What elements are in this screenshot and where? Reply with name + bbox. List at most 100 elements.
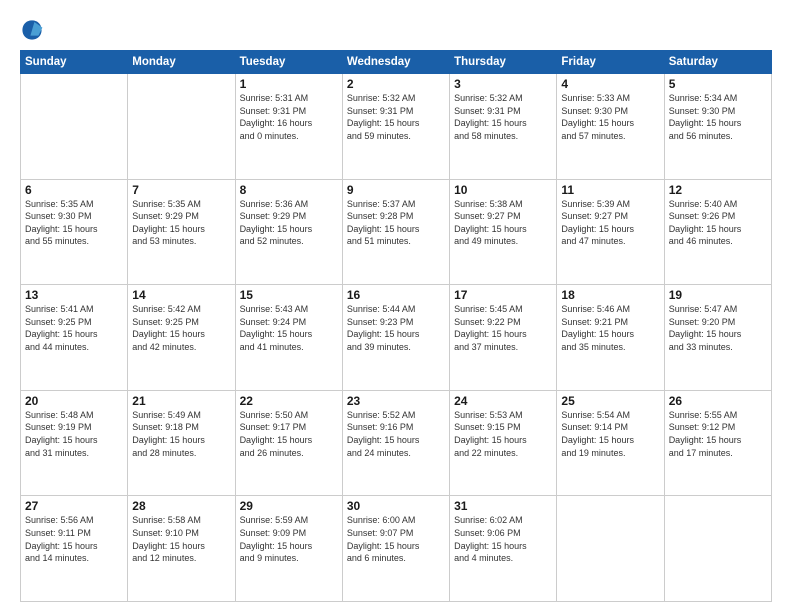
day-number: 20 — [25, 394, 123, 408]
day-info: Sunrise: 5:32 AM Sunset: 9:31 PM Dayligh… — [454, 92, 552, 142]
day-info: Sunrise: 6:00 AM Sunset: 9:07 PM Dayligh… — [347, 514, 445, 564]
day-info: Sunrise: 5:50 AM Sunset: 9:17 PM Dayligh… — [240, 409, 338, 459]
day-info: Sunrise: 5:54 AM Sunset: 9:14 PM Dayligh… — [561, 409, 659, 459]
day-info: Sunrise: 5:43 AM Sunset: 9:24 PM Dayligh… — [240, 303, 338, 353]
day-info: Sunrise: 5:55 AM Sunset: 9:12 PM Dayligh… — [669, 409, 767, 459]
day-info: Sunrise: 5:42 AM Sunset: 9:25 PM Dayligh… — [132, 303, 230, 353]
day-number: 26 — [669, 394, 767, 408]
calendar-cell: 3Sunrise: 5:32 AM Sunset: 9:31 PM Daylig… — [450, 74, 557, 180]
day-info: Sunrise: 5:44 AM Sunset: 9:23 PM Dayligh… — [347, 303, 445, 353]
day-info: Sunrise: 5:37 AM Sunset: 9:28 PM Dayligh… — [347, 198, 445, 248]
day-number: 2 — [347, 77, 445, 91]
day-info: Sunrise: 5:35 AM Sunset: 9:29 PM Dayligh… — [132, 198, 230, 248]
day-number: 7 — [132, 183, 230, 197]
day-number: 17 — [454, 288, 552, 302]
calendar-cell: 30Sunrise: 6:00 AM Sunset: 9:07 PM Dayli… — [342, 496, 449, 602]
day-info: Sunrise: 5:47 AM Sunset: 9:20 PM Dayligh… — [669, 303, 767, 353]
day-info: Sunrise: 5:59 AM Sunset: 9:09 PM Dayligh… — [240, 514, 338, 564]
calendar-cell: 25Sunrise: 5:54 AM Sunset: 9:14 PM Dayli… — [557, 390, 664, 496]
calendar-cell: 20Sunrise: 5:48 AM Sunset: 9:19 PM Dayli… — [21, 390, 128, 496]
calendar-cell: 16Sunrise: 5:44 AM Sunset: 9:23 PM Dayli… — [342, 285, 449, 391]
day-info: Sunrise: 5:36 AM Sunset: 9:29 PM Dayligh… — [240, 198, 338, 248]
day-info: Sunrise: 5:53 AM Sunset: 9:15 PM Dayligh… — [454, 409, 552, 459]
day-number: 11 — [561, 183, 659, 197]
calendar-cell: 7Sunrise: 5:35 AM Sunset: 9:29 PM Daylig… — [128, 179, 235, 285]
day-number: 8 — [240, 183, 338, 197]
day-number: 28 — [132, 499, 230, 513]
calendar-cell: 13Sunrise: 5:41 AM Sunset: 9:25 PM Dayli… — [21, 285, 128, 391]
day-number: 4 — [561, 77, 659, 91]
day-number: 16 — [347, 288, 445, 302]
calendar-cell: 31Sunrise: 6:02 AM Sunset: 9:06 PM Dayli… — [450, 496, 557, 602]
calendar-week-row: 27Sunrise: 5:56 AM Sunset: 9:11 PM Dayli… — [21, 496, 772, 602]
calendar-week-row: 20Sunrise: 5:48 AM Sunset: 9:19 PM Dayli… — [21, 390, 772, 496]
calendar-cell: 14Sunrise: 5:42 AM Sunset: 9:25 PM Dayli… — [128, 285, 235, 391]
day-number: 15 — [240, 288, 338, 302]
day-number: 25 — [561, 394, 659, 408]
day-number: 23 — [347, 394, 445, 408]
weekday-header: Thursday — [450, 51, 557, 74]
header — [20, 18, 772, 42]
calendar-cell: 21Sunrise: 5:49 AM Sunset: 9:18 PM Dayli… — [128, 390, 235, 496]
day-number: 30 — [347, 499, 445, 513]
day-number: 22 — [240, 394, 338, 408]
day-number: 9 — [347, 183, 445, 197]
day-number: 3 — [454, 77, 552, 91]
calendar-cell: 17Sunrise: 5:45 AM Sunset: 9:22 PM Dayli… — [450, 285, 557, 391]
calendar-week-row: 6Sunrise: 5:35 AM Sunset: 9:30 PM Daylig… — [21, 179, 772, 285]
calendar-cell: 2Sunrise: 5:32 AM Sunset: 9:31 PM Daylig… — [342, 74, 449, 180]
day-info: Sunrise: 5:46 AM Sunset: 9:21 PM Dayligh… — [561, 303, 659, 353]
calendar-table: SundayMondayTuesdayWednesdayThursdayFrid… — [20, 50, 772, 602]
day-number: 6 — [25, 183, 123, 197]
calendar-cell: 28Sunrise: 5:58 AM Sunset: 9:10 PM Dayli… — [128, 496, 235, 602]
day-info: Sunrise: 5:39 AM Sunset: 9:27 PM Dayligh… — [561, 198, 659, 248]
day-number: 19 — [669, 288, 767, 302]
day-info: Sunrise: 5:33 AM Sunset: 9:30 PM Dayligh… — [561, 92, 659, 142]
logo-icon — [20, 18, 44, 42]
calendar-week-row: 13Sunrise: 5:41 AM Sunset: 9:25 PM Dayli… — [21, 285, 772, 391]
day-number: 14 — [132, 288, 230, 302]
day-number: 24 — [454, 394, 552, 408]
day-info: Sunrise: 5:52 AM Sunset: 9:16 PM Dayligh… — [347, 409, 445, 459]
calendar-cell: 27Sunrise: 5:56 AM Sunset: 9:11 PM Dayli… — [21, 496, 128, 602]
calendar-cell: 1Sunrise: 5:31 AM Sunset: 9:31 PM Daylig… — [235, 74, 342, 180]
day-number: 12 — [669, 183, 767, 197]
logo — [20, 18, 48, 42]
calendar-cell: 24Sunrise: 5:53 AM Sunset: 9:15 PM Dayli… — [450, 390, 557, 496]
day-info: Sunrise: 5:34 AM Sunset: 9:30 PM Dayligh… — [669, 92, 767, 142]
calendar-cell — [557, 496, 664, 602]
day-info: Sunrise: 5:49 AM Sunset: 9:18 PM Dayligh… — [132, 409, 230, 459]
weekday-header: Tuesday — [235, 51, 342, 74]
calendar-cell: 5Sunrise: 5:34 AM Sunset: 9:30 PM Daylig… — [664, 74, 771, 180]
calendar-cell: 15Sunrise: 5:43 AM Sunset: 9:24 PM Dayli… — [235, 285, 342, 391]
calendar-cell: 12Sunrise: 5:40 AM Sunset: 9:26 PM Dayli… — [664, 179, 771, 285]
day-info: Sunrise: 5:35 AM Sunset: 9:30 PM Dayligh… — [25, 198, 123, 248]
day-number: 13 — [25, 288, 123, 302]
day-number: 27 — [25, 499, 123, 513]
calendar-cell: 4Sunrise: 5:33 AM Sunset: 9:30 PM Daylig… — [557, 74, 664, 180]
day-number: 1 — [240, 77, 338, 91]
calendar-cell: 10Sunrise: 5:38 AM Sunset: 9:27 PM Dayli… — [450, 179, 557, 285]
calendar-cell: 22Sunrise: 5:50 AM Sunset: 9:17 PM Dayli… — [235, 390, 342, 496]
calendar-cell: 19Sunrise: 5:47 AM Sunset: 9:20 PM Dayli… — [664, 285, 771, 391]
calendar-cell: 26Sunrise: 5:55 AM Sunset: 9:12 PM Dayli… — [664, 390, 771, 496]
day-number: 5 — [669, 77, 767, 91]
day-number: 31 — [454, 499, 552, 513]
weekday-header: Monday — [128, 51, 235, 74]
day-info: Sunrise: 5:40 AM Sunset: 9:26 PM Dayligh… — [669, 198, 767, 248]
weekday-header: Saturday — [664, 51, 771, 74]
day-info: Sunrise: 5:58 AM Sunset: 9:10 PM Dayligh… — [132, 514, 230, 564]
day-info: Sunrise: 5:38 AM Sunset: 9:27 PM Dayligh… — [454, 198, 552, 248]
day-info: Sunrise: 6:02 AM Sunset: 9:06 PM Dayligh… — [454, 514, 552, 564]
day-number: 18 — [561, 288, 659, 302]
calendar-cell — [21, 74, 128, 180]
weekday-header: Sunday — [21, 51, 128, 74]
calendar-cell: 8Sunrise: 5:36 AM Sunset: 9:29 PM Daylig… — [235, 179, 342, 285]
calendar-cell: 23Sunrise: 5:52 AM Sunset: 9:16 PM Dayli… — [342, 390, 449, 496]
day-info: Sunrise: 5:48 AM Sunset: 9:19 PM Dayligh… — [25, 409, 123, 459]
calendar-cell — [664, 496, 771, 602]
calendar-cell: 11Sunrise: 5:39 AM Sunset: 9:27 PM Dayli… — [557, 179, 664, 285]
day-info: Sunrise: 5:41 AM Sunset: 9:25 PM Dayligh… — [25, 303, 123, 353]
day-info: Sunrise: 5:56 AM Sunset: 9:11 PM Dayligh… — [25, 514, 123, 564]
day-number: 21 — [132, 394, 230, 408]
